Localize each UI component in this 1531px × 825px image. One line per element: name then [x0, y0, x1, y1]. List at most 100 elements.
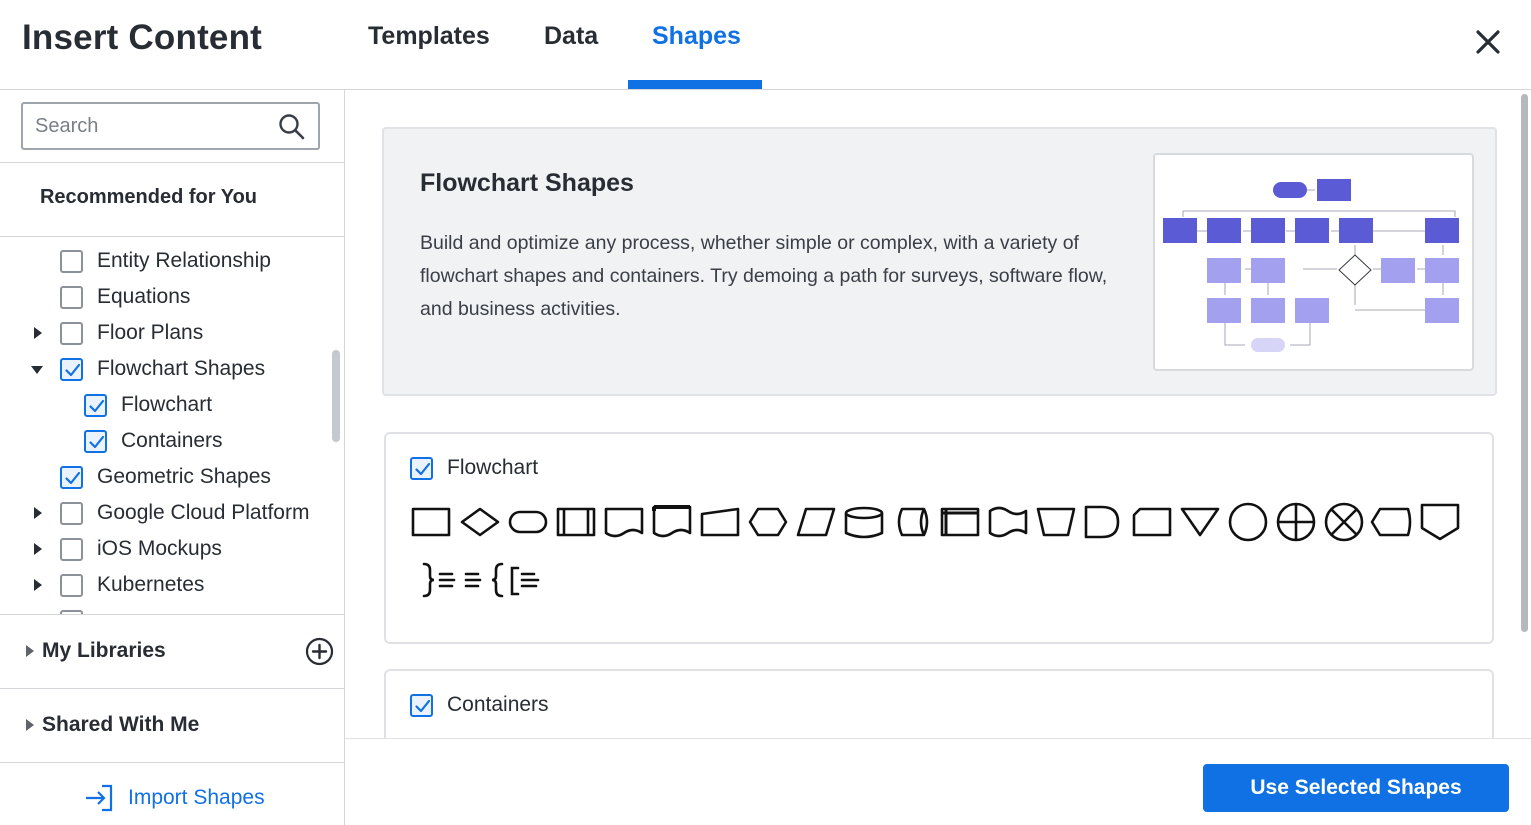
library-tree: Entity Relationship Equations Floor Plan…	[0, 237, 344, 614]
add-library-icon[interactable]	[305, 637, 334, 666]
caret-right-icon[interactable]	[31, 578, 45, 592]
recommended-title: Recommended for You	[39, 186, 258, 208]
shape-punched-tape-icon	[988, 506, 1028, 538]
check-icon	[89, 435, 105, 448]
checkbox[interactable]	[60, 573, 83, 597]
shape-data-icon	[796, 507, 836, 537]
shape-terminator-icon	[508, 510, 548, 534]
caret-right-icon[interactable]	[31, 542, 45, 556]
library-item-flowchart-shapes[interactable]: Flowchart Shapes	[60, 351, 265, 387]
library-card-containers: Containers	[384, 669, 1494, 738]
shape-brace-left-icon	[491, 562, 504, 598]
library-item-geometric-shapes[interactable]: Geometric Shapes	[60, 459, 271, 495]
shape-preparation-icon	[748, 507, 788, 537]
check-icon	[415, 462, 431, 475]
shape-document-icon	[604, 507, 644, 538]
library-item-ios-mockups[interactable]: iOS Mockups	[60, 531, 222, 567]
my-libraries-label: My Libraries	[42, 639, 166, 662]
check-icon	[65, 471, 81, 484]
library-item-label: Kubernetes	[97, 573, 205, 596]
library-card-header[interactable]: Flowchart	[410, 456, 538, 480]
shape-card-icon	[1132, 507, 1172, 537]
library-item-label: Geometric Shapes	[97, 465, 271, 488]
checkbox-checked[interactable]	[84, 393, 107, 417]
flowchart-preview-image	[1153, 153, 1474, 371]
shape-process-icon	[411, 507, 451, 537]
dialog-title: Insert Content	[22, 18, 263, 57]
library-item-label: Equations	[97, 285, 191, 308]
dialog-header: Insert Content Templates Data Shapes	[0, 0, 1531, 90]
tab-shapes[interactable]: Shapes	[652, 22, 741, 51]
shape-display-icon	[1370, 507, 1412, 537]
shape-decision-icon	[460, 507, 500, 537]
feature-description: Build and optimize any process, whether …	[420, 232, 1108, 320]
flowchart-preview-icon	[1163, 179, 1459, 352]
shared-with-me-row[interactable]: Shared With Me	[0, 689, 344, 763]
library-item-label: Floor Plans	[97, 321, 204, 344]
shape-manual-input-icon	[700, 507, 740, 537]
feature-card: Flowchart Shapes Build and optimize any …	[382, 127, 1497, 396]
checkbox-checked[interactable]	[84, 429, 107, 453]
library-item-equations[interactable]: Equations	[60, 279, 190, 315]
checkbox[interactable]	[60, 285, 83, 309]
check-icon	[65, 363, 81, 376]
search-input[interactable]	[35, 113, 265, 139]
active-tab-indicator	[628, 80, 762, 89]
import-shapes-label: Import Shapes	[128, 786, 265, 809]
feature-title: Flowchart Shapes	[420, 169, 634, 197]
library-subitem-flowchart[interactable]: Flowchart	[84, 387, 212, 423]
search-box	[21, 102, 320, 150]
checkbox[interactable]	[60, 321, 83, 345]
close-button[interactable]	[1470, 24, 1506, 60]
library-item-label: Entity Relationship	[97, 249, 271, 272]
check-icon	[89, 399, 105, 412]
library-item-google-cloud-platform[interactable]: Google Cloud Platform	[60, 495, 309, 531]
tab-data[interactable]: Data	[544, 22, 598, 51]
search-icon[interactable]	[278, 113, 306, 141]
sidebar: Recommended for You Entity Relationship …	[0, 90, 345, 825]
library-item-label: iOS Mockups	[97, 537, 222, 560]
checkbox[interactable]	[60, 249, 83, 273]
checkbox-checked[interactable]	[410, 456, 433, 480]
shape-merge-icon	[1180, 507, 1220, 537]
main-panel: Flowchart Shapes Build and optimize any …	[345, 90, 1531, 738]
checkbox-checked[interactable]	[60, 357, 83, 381]
shape-brace-right-icon	[422, 562, 435, 598]
checkbox[interactable]	[60, 537, 83, 561]
shape-multi-document-icon	[652, 505, 692, 538]
library-card-flowchart: Flowchart	[384, 432, 1494, 644]
sidebar-scrollbar[interactable]	[332, 350, 340, 442]
library-subitem-containers[interactable]: Containers	[84, 423, 223, 459]
use-selected-shapes-button[interactable]: Use Selected Shapes	[1203, 764, 1509, 812]
library-card-header[interactable]: Containers	[410, 693, 549, 717]
shared-with-me-label: Shared With Me	[42, 713, 200, 736]
divider	[0, 762, 344, 763]
caret-right-icon[interactable]	[31, 326, 45, 340]
library-item-label: Flowchart Shapes	[97, 357, 266, 380]
import-shapes-button[interactable]: Import Shapes	[84, 780, 265, 816]
close-icon	[1476, 30, 1500, 54]
library-item-kubernetes[interactable]: Kubernetes	[60, 567, 204, 603]
my-libraries-row[interactable]: My Libraries	[0, 615, 344, 689]
caret-right-icon[interactable]	[25, 645, 35, 657]
checkbox-checked[interactable]	[60, 465, 83, 489]
library-item-entity-relationship[interactable]: Entity Relationship	[60, 243, 271, 279]
tab-templates[interactable]: Templates	[368, 22, 490, 51]
library-item-partial	[60, 603, 97, 614]
shape-manual-operation-icon	[1036, 507, 1076, 537]
checkbox[interactable]	[60, 501, 83, 525]
library-item-floor-plans[interactable]: Floor Plans	[60, 315, 203, 351]
shape-off-page-connector-icon	[1420, 503, 1460, 541]
flowchart-shapes-palette[interactable]	[410, 502, 1470, 612]
checkbox-checked[interactable]	[410, 693, 433, 717]
caret-right-icon[interactable]	[31, 506, 45, 520]
caret-down-icon[interactable]	[30, 363, 44, 377]
library-item-label: Containers	[121, 429, 223, 452]
dialog-footer: Use Selected Shapes	[345, 738, 1531, 825]
caret-right-icon[interactable]	[25, 719, 35, 731]
main-scrollbar[interactable]	[1521, 94, 1528, 632]
library-item-label: Google Cloud Platform	[97, 501, 310, 524]
library-card-label: Flowchart	[447, 456, 539, 479]
shape-delay-icon	[1084, 505, 1120, 539]
divider	[0, 162, 344, 163]
